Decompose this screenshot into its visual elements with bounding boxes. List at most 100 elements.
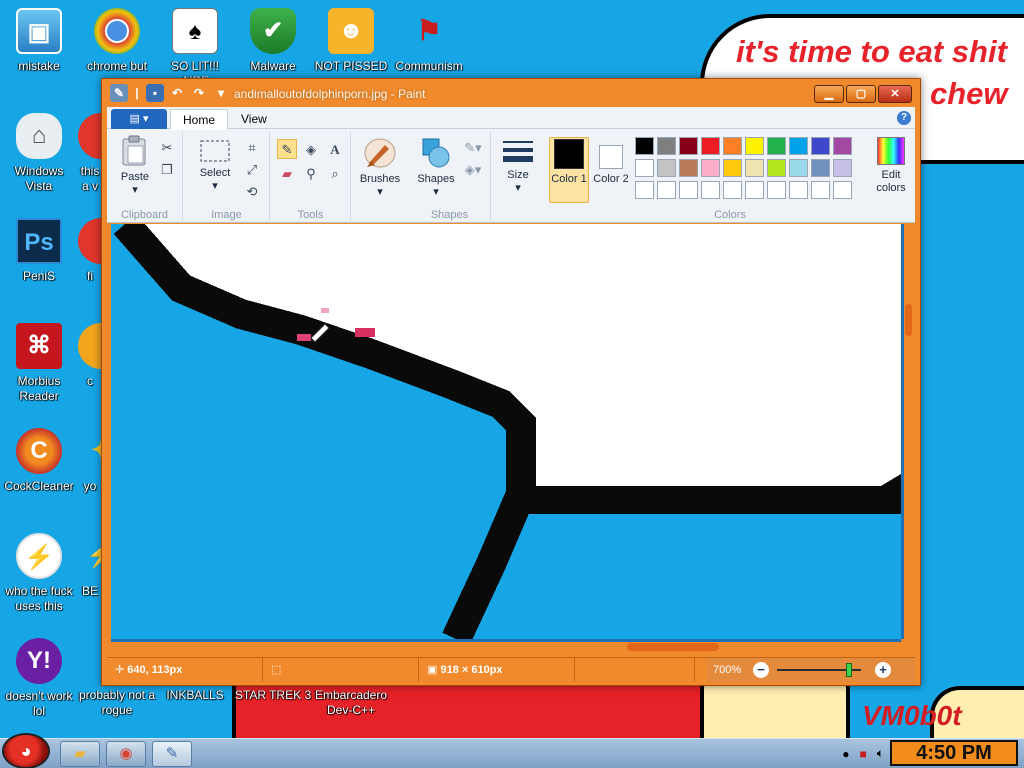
desktop-icon-yahoo[interactable]: Y! doesn't work lol xyxy=(0,638,78,719)
desktop-icon-partial-4[interactable]: ✦ yo xyxy=(78,428,102,494)
palette-custom-slot[interactable] xyxy=(723,181,742,199)
palette-color-swatch[interactable] xyxy=(745,137,764,155)
desktop-icon-who-uses-this[interactable]: ⚡ who the fuck uses this xyxy=(0,533,78,614)
palette-color-swatch[interactable] xyxy=(657,137,676,155)
resize-icon[interactable]: ⤢ xyxy=(242,159,262,179)
desktop-icon-penis[interactable]: Ps PeniS xyxy=(0,218,78,284)
palette-custom-slot[interactable] xyxy=(789,181,808,199)
palette-custom-slot[interactable] xyxy=(811,181,830,199)
help-icon[interactable]: ? xyxy=(897,111,911,125)
eraser-icon[interactable]: ▰ xyxy=(277,163,297,183)
desktop-icon-partial-5[interactable]: ⚡ BE xyxy=(78,533,102,599)
drawing-canvas[interactable] xyxy=(111,224,901,639)
tray-dot-icon[interactable]: ● xyxy=(842,747,849,761)
tab-home[interactable]: Home xyxy=(170,109,229,130)
palette-color-swatch[interactable] xyxy=(635,159,654,177)
taskbar-clock[interactable]: 4:50 PM xyxy=(890,740,1018,766)
shapes-button[interactable]: Shapes ▾ xyxy=(413,137,459,199)
zoom-in-button[interactable]: + xyxy=(875,662,891,678)
palette-color-swatch[interactable] xyxy=(833,159,852,177)
fill-icon[interactable]: ◈ xyxy=(301,139,321,159)
desktop-icon-cockcleaner[interactable]: C CockCleaner xyxy=(0,428,78,494)
palette-color-swatch[interactable] xyxy=(767,137,786,155)
edit-colors-button[interactable]: Edit colors xyxy=(871,137,911,195)
color1-button[interactable]: Color 1 xyxy=(551,139,587,186)
color2-button[interactable]: Color 2 xyxy=(593,145,629,186)
file-menu-button[interactable]: ▤ ▾ xyxy=(111,109,167,129)
undo-icon[interactable]: ↶ xyxy=(168,84,186,102)
palette-custom-slot[interactable] xyxy=(679,181,698,199)
save-icon[interactable]: ▪ xyxy=(146,84,164,102)
palette-custom-slot[interactable] xyxy=(833,181,852,199)
zoom-out-button[interactable]: − xyxy=(753,662,769,678)
desktop-icon-star-trek[interactable]: STAR TREK 3 xyxy=(234,688,312,703)
outline-icon[interactable]: ✎▾ xyxy=(463,137,483,157)
pencil-icon[interactable]: ✎ xyxy=(277,139,297,159)
horizontal-scroll-thumb[interactable] xyxy=(627,643,719,651)
palette-custom-slot[interactable] xyxy=(767,181,786,199)
start-button[interactable]: ◕ xyxy=(2,733,50,768)
text-icon[interactable]: A xyxy=(325,139,345,159)
customize-qat-icon[interactable]: ▾ xyxy=(212,84,230,102)
palette-color-swatch[interactable] xyxy=(723,159,742,177)
palette-color-swatch[interactable] xyxy=(679,137,698,155)
vertical-scrollbar[interactable] xyxy=(901,224,914,639)
tab-view[interactable]: View xyxy=(229,109,279,130)
magnifier-icon[interactable]: ⌕ xyxy=(325,163,345,183)
palette-color-swatch[interactable] xyxy=(833,137,852,155)
palette-color-swatch[interactable] xyxy=(789,137,808,155)
desktop-icon-windows-vista[interactable]: ⌂ Windows Vista xyxy=(0,113,78,194)
cut-icon[interactable]: ✂ xyxy=(157,137,177,157)
taskbar-paint[interactable]: ✎ xyxy=(152,741,192,767)
taskbar-explorer[interactable]: ▰ xyxy=(60,741,100,767)
palette-color-swatch[interactable] xyxy=(811,137,830,155)
desktop-icon-malware[interactable]: ✔ Malware xyxy=(234,8,312,74)
vertical-scroll-thumb[interactable] xyxy=(905,304,912,336)
palette-color-swatch[interactable] xyxy=(701,159,720,177)
paste-button[interactable]: Paste ▾ xyxy=(115,135,155,197)
crop-icon[interactable]: ⌗ xyxy=(242,137,262,157)
horizontal-scrollbar[interactable] xyxy=(111,639,901,653)
redo-icon[interactable]: ↷ xyxy=(190,84,208,102)
palette-custom-slot[interactable] xyxy=(635,181,654,199)
palette-color-swatch[interactable] xyxy=(635,137,654,155)
fill-style-icon[interactable]: ◈▾ xyxy=(463,159,483,179)
palette-custom-slot[interactable] xyxy=(701,181,720,199)
palette-custom-slot[interactable] xyxy=(745,181,764,199)
palette-custom-slot[interactable] xyxy=(657,181,676,199)
title-bar[interactable]: ✎ | ▪ ↶ ↷ ▾ andimalloutofdolphinporn.jpg… xyxy=(102,79,920,107)
zoom-slider-thumb[interactable] xyxy=(846,663,853,677)
palette-color-swatch[interactable] xyxy=(789,159,808,177)
desktop-icon-mistake[interactable]: ▣ mistake xyxy=(0,8,78,74)
desktop-icon-partial-2[interactable]: fi xyxy=(78,218,102,284)
volume-icon[interactable]: 🔈︎ xyxy=(877,746,884,761)
palette-color-swatch[interactable] xyxy=(767,159,786,177)
desktop-icon-probably-not-a-rogue[interactable]: probably not a rogue xyxy=(78,688,156,718)
palette-color-swatch[interactable] xyxy=(811,159,830,177)
taskbar-chrome[interactable]: ◉ xyxy=(106,741,146,767)
size-button[interactable]: Size ▾ xyxy=(498,139,538,195)
desktop-icon-partial-1[interactable]: this a v xyxy=(78,113,102,194)
desktop-icon-solitaire[interactable]: ♠ SO LIT!!! AIRE xyxy=(156,8,234,89)
brushes-button[interactable]: Brushes ▾ xyxy=(356,137,404,199)
close-button[interactable]: ✕ xyxy=(878,85,912,103)
rotate-icon[interactable]: ⟲ xyxy=(242,181,262,201)
desktop-icon-morbius-reader[interactable]: ⌘ Morbius Reader xyxy=(0,323,78,404)
desktop-icon-chrome[interactable]: chrome but norm xyxy=(78,8,156,89)
tray-flag-icon[interactable]: ■ xyxy=(860,747,867,761)
desktop-icon-partial-3[interactable]: c xyxy=(78,323,102,389)
desktop-icon-communism[interactable]: ⚑ Communism xyxy=(390,8,468,74)
desktop-icon-dev-cpp[interactable]: Embarcadero Dev-C++ xyxy=(312,688,390,718)
palette-color-swatch[interactable] xyxy=(679,159,698,177)
select-button[interactable]: Select ▾ xyxy=(192,139,238,193)
color-picker-icon[interactable]: ⚲ xyxy=(301,163,321,183)
maximize-button[interactable]: ▢ xyxy=(846,85,876,103)
palette-color-swatch[interactable] xyxy=(745,159,764,177)
minimize-button[interactable]: ▁ xyxy=(814,85,844,103)
desktop-icon-not-pissed[interactable]: ☻ NOT PISSED xyxy=(312,8,390,74)
palette-color-swatch[interactable] xyxy=(657,159,676,177)
palette-color-swatch[interactable] xyxy=(723,137,742,155)
desktop-icon-inkballs[interactable]: INKBALLS xyxy=(156,688,234,703)
paint-app-icon[interactable]: ✎ xyxy=(110,84,128,102)
copy-icon[interactable]: ❐ xyxy=(157,159,177,179)
